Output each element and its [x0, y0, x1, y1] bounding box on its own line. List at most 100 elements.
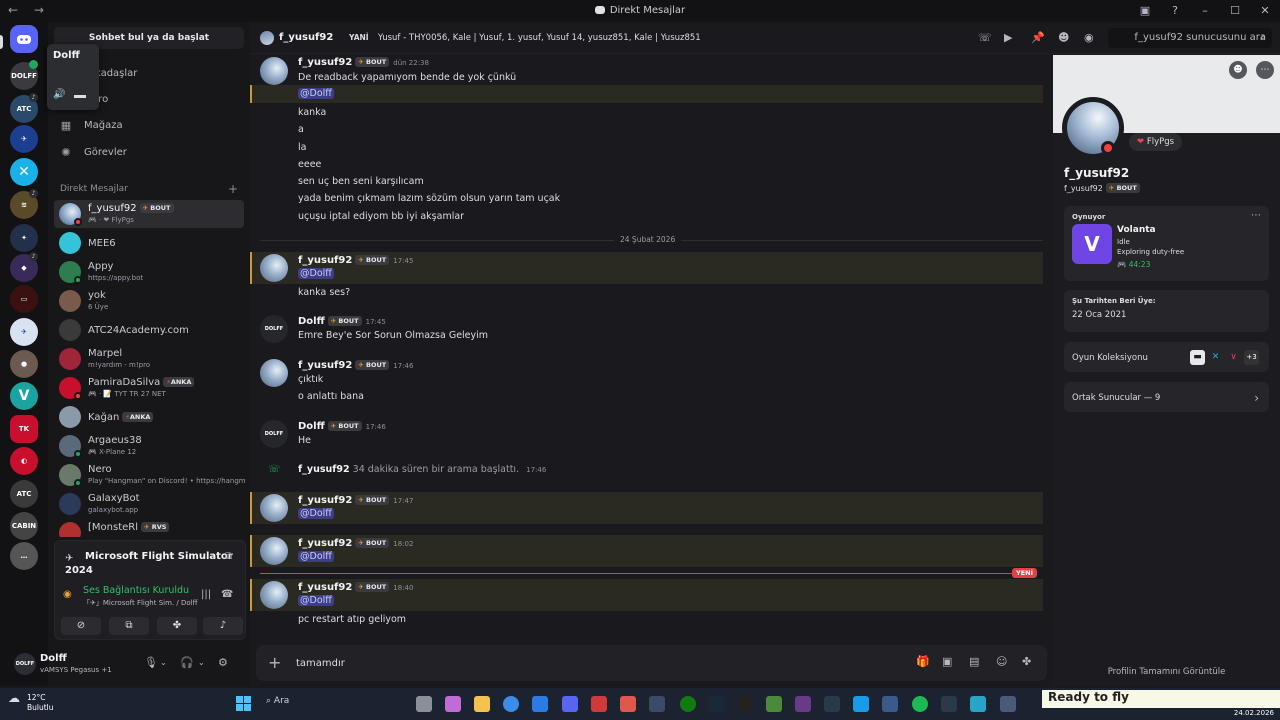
server-tk-virtual[interactable]: TK: [10, 415, 38, 443]
server-person[interactable]: ●: [10, 350, 38, 378]
avatar[interactable]: [260, 494, 288, 522]
game-collection-card[interactable]: Oyun Koleksiyonu ▬ ✕ ∨ +3: [1064, 342, 1269, 372]
mention[interactable]: @Dolff: [298, 508, 334, 519]
author-name[interactable]: f_yusuf92: [298, 57, 352, 68]
message-input[interactable]: [296, 653, 856, 673]
avatar[interactable]: [260, 254, 288, 282]
maximize-button[interactable]: ☐: [1220, 0, 1250, 22]
taskbar-date[interactable]: 24.02.2026: [1234, 709, 1274, 717]
video-call-icon[interactable]: ▶: [1004, 31, 1012, 44]
server-thy[interactable]: ◐: [10, 447, 38, 475]
avatar[interactable]: [260, 57, 288, 85]
taskbar-search[interactable]: ⌕ Ara: [266, 696, 289, 706]
app-icon[interactable]: [795, 696, 811, 712]
nav-quests[interactable]: ✺ Görevler: [58, 141, 126, 163]
server-lufthansa[interactable]: ✈: [10, 125, 38, 153]
nav-shop[interactable]: ▦ Mağaza: [58, 114, 123, 136]
mutual-servers-card[interactable]: Ortak Sunucular — 9 ›: [1064, 382, 1269, 412]
avatar[interactable]: [260, 359, 288, 387]
gif-icon[interactable]: ▣: [942, 655, 952, 668]
dm-item[interactable]: MEE6: [54, 229, 244, 257]
dm-item[interactable]: Marpel m!yardım - m!pro: [54, 345, 244, 373]
server-airline[interactable]: ✈: [10, 318, 38, 346]
app-icon[interactable]: [882, 696, 898, 712]
microphone-icon[interactable]: 🎙: [144, 656, 158, 669]
skype-icon[interactable]: [853, 696, 869, 712]
epic-games-icon[interactable]: [737, 696, 753, 712]
avatar[interactable]: DOLFF: [260, 315, 288, 343]
server-more[interactable]: …: [10, 542, 38, 570]
avatar[interactable]: [260, 537, 288, 565]
chevron-down-icon[interactable]: ⌄: [160, 658, 167, 667]
home-button[interactable]: [10, 25, 38, 53]
app-icon[interactable]: [1000, 696, 1016, 712]
stream-icon[interactable]: ⧉: [225, 551, 232, 562]
author-name[interactable]: f_yusuf92: [298, 582, 352, 593]
steam-icon[interactable]: [708, 696, 724, 712]
help-icon[interactable]: ?: [1160, 0, 1190, 22]
emoji-icon[interactable]: ☺: [996, 655, 1007, 668]
dm-item[interactable]: [MonsteRl ✈ RVS: [54, 519, 244, 537]
app-icon[interactable]: [824, 696, 840, 712]
word-icon[interactable]: [532, 696, 548, 712]
server-v[interactable]: V: [10, 382, 38, 410]
author-name[interactable]: f_yusuf92: [298, 495, 352, 506]
more-options-icon[interactable]: ⋯: [1251, 210, 1261, 221]
server-x[interactable]: ✕: [10, 158, 38, 186]
add-friend-icon[interactable]: ☻: [1229, 61, 1247, 79]
author-name[interactable]: f_yusuf92: [298, 360, 352, 371]
server-atc-academy[interactable]: ATC: [10, 480, 38, 508]
dm-item[interactable]: GalaxyBot galaxybot.app: [54, 490, 244, 518]
user-name[interactable]: Dolff: [40, 653, 67, 664]
chrome-icon[interactable]: [503, 696, 519, 712]
app-icon[interactable]: [620, 696, 636, 712]
author-name[interactable]: Dolff: [298, 421, 325, 432]
apps-icon[interactable]: ✤: [1022, 655, 1031, 668]
dm-item[interactable]: Appy https://appy.bot: [54, 258, 244, 286]
author-name[interactable]: f_yusuf92: [298, 538, 352, 549]
avatar[interactable]: [260, 581, 288, 609]
more-options-icon[interactable]: ⋯: [1256, 61, 1274, 79]
pin-icon[interactable]: 📌: [1031, 31, 1045, 44]
discord-taskbar-icon[interactable]: [562, 696, 578, 712]
headphones-icon[interactable]: 🎧: [180, 656, 194, 669]
activities-button[interactable]: ✤: [157, 617, 197, 635]
minimize-button[interactable]: –: [1190, 0, 1220, 22]
dm-item[interactable]: f_yusuf92 ✈ BOUT 🎮 · ❤ FlyPgs: [54, 200, 244, 228]
dm-item[interactable]: PamiraDaSilva ⚡ANKA 🎮 · 📝 TYT TR 27 NET: [54, 374, 244, 402]
avatar[interactable]: DOLFF: [260, 420, 288, 448]
inbox-icon[interactable]: ▣: [1130, 0, 1160, 22]
file-explorer-icon[interactable]: [474, 696, 490, 712]
chevron-down-icon[interactable]: ⌄: [198, 658, 205, 667]
new-dm-plus-icon[interactable]: +: [228, 182, 238, 196]
dm-item[interactable]: Nero Play "Hangman" on Discord! • https:…: [54, 461, 246, 489]
server-cabin[interactable]: CABIN: [10, 512, 38, 540]
noise-suppression-icon[interactable]: |||: [201, 589, 211, 600]
app-icon[interactable]: [591, 696, 607, 712]
dm-item[interactable]: Argaeus38 🎮 X-Plane 12: [54, 432, 244, 460]
author-name[interactable]: f_yusuf92: [298, 255, 352, 266]
copilot-icon[interactable]: [445, 696, 461, 712]
server-eagle[interactable]: ✦: [10, 224, 38, 252]
add-friends-icon[interactable]: ☻: [1058, 31, 1069, 44]
user-profile-icon[interactable]: ◉: [1084, 31, 1094, 44]
soundboard-button[interactable]: ♪: [203, 617, 243, 635]
user-avatar[interactable]: DOLFF: [14, 653, 36, 675]
dm-item[interactable]: ATC24Academy.com: [54, 316, 244, 344]
weather-widget[interactable]: ☁ 12°C Bulutlu: [8, 692, 54, 713]
mention[interactable]: @Dolff: [298, 595, 334, 606]
minecraft-icon[interactable]: [766, 696, 782, 712]
windows-start-icon[interactable]: [236, 696, 252, 712]
spotify-icon[interactable]: [912, 696, 928, 712]
xbox-icon[interactable]: [680, 696, 696, 712]
mention[interactable]: @Dolff: [298, 268, 334, 279]
screen-share-button[interactable]: ⧉: [109, 617, 149, 635]
search-input[interactable]: f_yusuf92 sunucusunu ara ⌕: [1108, 28, 1272, 48]
server-red[interactable]: ▭: [10, 285, 38, 313]
attach-plus-icon[interactable]: +: [268, 653, 281, 672]
mention[interactable]: @Dolff: [298, 551, 334, 562]
view-full-profile-link[interactable]: Profilin Tamamını Görüntüle: [1053, 667, 1280, 677]
recipient-name[interactable]: f_yusuf92: [279, 32, 333, 43]
sticker-icon[interactable]: ▤: [969, 655, 979, 668]
task-view-icon[interactable]: [416, 696, 432, 712]
